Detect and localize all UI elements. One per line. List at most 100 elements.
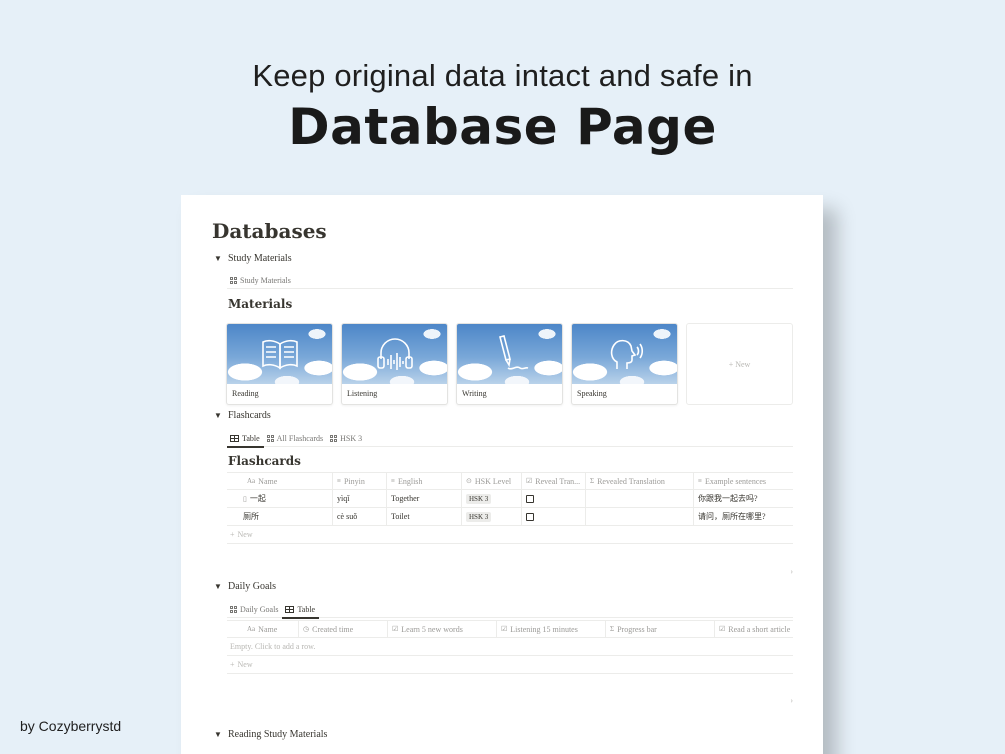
page-title: Databases [212, 219, 327, 243]
card-writing[interactable]: Writing [456, 323, 563, 405]
column-header-hsk[interactable]: ⊙ HSK Level [462, 473, 522, 489]
card-reading[interactable]: Reading [226, 323, 333, 405]
column-label: Revealed Translation [597, 476, 665, 486]
table-row[interactable]: 厕所 cè suǒ Toilet HSK 3 请问，厕所在哪里? [227, 508, 793, 526]
column-label: Listening 15 minutes [510, 624, 578, 634]
column-label: Example sentences [704, 476, 767, 486]
cell-revealed[interactable] [586, 490, 694, 507]
tab-table[interactable]: Table [282, 600, 319, 619]
tab-daily-goals[interactable]: Daily Goals [227, 600, 282, 618]
card-listening[interactable]: Listening [341, 323, 448, 405]
card-speaking[interactable]: Speaking [571, 323, 678, 405]
materials-gallery: Reading Listening Writing Speaking + New [226, 323, 793, 405]
column-header-progress[interactable]: Σ Progress bar [606, 621, 715, 637]
checkbox-type-icon: ☑ [501, 625, 508, 633]
tab-study-materials[interactable]: Study Materials [227, 271, 295, 289]
column-label: Progress bar [617, 624, 657, 634]
cell-reveal[interactable] [522, 508, 586, 525]
table-row[interactable]: ▯ 一起 yìqǐ Together HSK 3 你跟我一起去吗? [227, 490, 793, 508]
tab-hsk3[interactable]: HSK 3 [327, 429, 366, 447]
toggle-triangle-icon[interactable]: ▼ [214, 411, 222, 420]
plus-icon: + [230, 530, 235, 539]
cell-revealed[interactable] [586, 508, 694, 525]
gallery-icon [230, 605, 237, 613]
page-icon: ▯ [243, 494, 247, 503]
column-label: Learn 5 new words [401, 624, 463, 634]
cell-pinyin[interactable]: yìqǐ [333, 490, 387, 507]
cell-hsk[interactable]: HSK 3 [462, 508, 522, 525]
add-row-button[interactable]: + New [227, 526, 793, 544]
card-cover [227, 324, 332, 384]
column-header-created-time[interactable]: ◷ Created time [299, 621, 388, 637]
column-header-pinyin[interactable]: ≡ Pinyin [333, 473, 387, 489]
cell-name[interactable]: 厕所 [227, 508, 333, 525]
text-lines-icon: ≡ [391, 477, 395, 485]
checkbox-type-icon: ☑ [719, 625, 726, 633]
toggle-label: Daily Goals [228, 581, 277, 592]
tab-all-flashcards[interactable]: All Flashcards [264, 429, 327, 447]
checkbox-type-icon: ☑ [392, 625, 399, 633]
column-label: Reveal Tran... [535, 476, 581, 486]
cell-pinyin[interactable]: cè suǒ [333, 508, 387, 525]
column-label: English [397, 476, 423, 486]
card-label: Speaking [577, 389, 607, 398]
cell-english[interactable]: Toilet [387, 508, 462, 525]
hero-title: Database Page [288, 98, 717, 156]
reveal-checkbox[interactable] [526, 494, 534, 503]
table-icon [230, 434, 239, 442]
scroll-chevron-icon[interactable]: › [790, 567, 793, 576]
toggle-triangle-icon[interactable]: ▼ [214, 730, 222, 739]
column-header-example[interactable]: ≡ Example sentences [694, 473, 793, 489]
toggle-triangle-icon[interactable]: ▼ [214, 254, 222, 263]
gallery-icon [330, 434, 338, 442]
tab-table[interactable]: Table [227, 429, 264, 448]
column-header-learn-words[interactable]: ☑ Learn 5 new words [388, 621, 497, 637]
clock-icon: ◷ [303, 625, 310, 633]
table-icon [285, 605, 295, 613]
tab-label: Table [297, 604, 316, 614]
card-label: Writing [462, 389, 487, 398]
cell-example[interactable]: 你跟我一起去吗? [694, 490, 793, 507]
column-header-read-article[interactable]: ☑ Read a short article [715, 621, 793, 637]
scroll-chevron-icon[interactable]: › [790, 696, 793, 705]
toggle-flashcards[interactable]: ▼ Flashcards [214, 410, 271, 421]
empty-table-placeholder[interactable]: Empty. Click to add a row. [227, 638, 793, 656]
column-header-revealed-translation[interactable]: Σ Revealed Translation [586, 473, 694, 489]
column-label: Name [258, 624, 278, 634]
cell-example[interactable]: 请问，厕所在哪里? [694, 508, 793, 525]
add-row-label: New [237, 530, 253, 539]
speaking-head-icon [610, 339, 643, 369]
column-label: Created time [312, 624, 354, 634]
toggle-study-materials[interactable]: ▼ Study Materials [214, 253, 292, 264]
toggle-daily-goals[interactable]: ▼ Daily Goals [214, 581, 276, 592]
column-label: Pinyin [343, 476, 365, 486]
headphones-icon [376, 338, 413, 370]
formula-icon: Σ [610, 625, 615, 633]
materials-heading: Materials [228, 297, 293, 311]
cell-reveal[interactable] [522, 490, 586, 507]
tab-label: Study Materials [240, 275, 291, 285]
tab-label: HSK 3 [340, 433, 363, 443]
reveal-checkbox[interactable] [526, 512, 534, 521]
card-label: Listening [347, 389, 378, 398]
hero-subtitle: Keep original data intact and safe in [252, 58, 753, 93]
toggle-label: Flashcards [228, 410, 271, 421]
select-icon: ⊙ [466, 477, 472, 485]
column-header-english[interactable]: ≡ English [387, 473, 462, 489]
flashcards-viewbar: Table All Flashcards HSK 3 [227, 429, 793, 448]
column-header-name[interactable]: Aa Name [227, 473, 333, 489]
column-header-listening[interactable]: ☑ Listening 15 minutes [497, 621, 606, 637]
column-header-reveal[interactable]: ☑ Reveal Tran... [522, 473, 586, 489]
column-label: Name [258, 476, 278, 486]
new-card-button[interactable]: + New [686, 323, 793, 405]
cell-english[interactable]: Together [387, 490, 462, 507]
checkbox-type-icon: ☑ [526, 477, 533, 485]
card-label: Reading [232, 389, 259, 398]
notion-page: Databases ▼ Study Materials Study Materi… [181, 195, 823, 754]
cell-name[interactable]: ▯ 一起 [227, 490, 333, 507]
column-header-name[interactable]: Aa Name [227, 621, 299, 637]
toggle-triangle-icon[interactable]: ▼ [214, 582, 222, 591]
add-row-button[interactable]: + New [227, 656, 793, 674]
cell-hsk[interactable]: HSK 3 [462, 490, 522, 507]
toggle-reading-study-materials[interactable]: ▼ Reading Study Materials [214, 729, 327, 740]
